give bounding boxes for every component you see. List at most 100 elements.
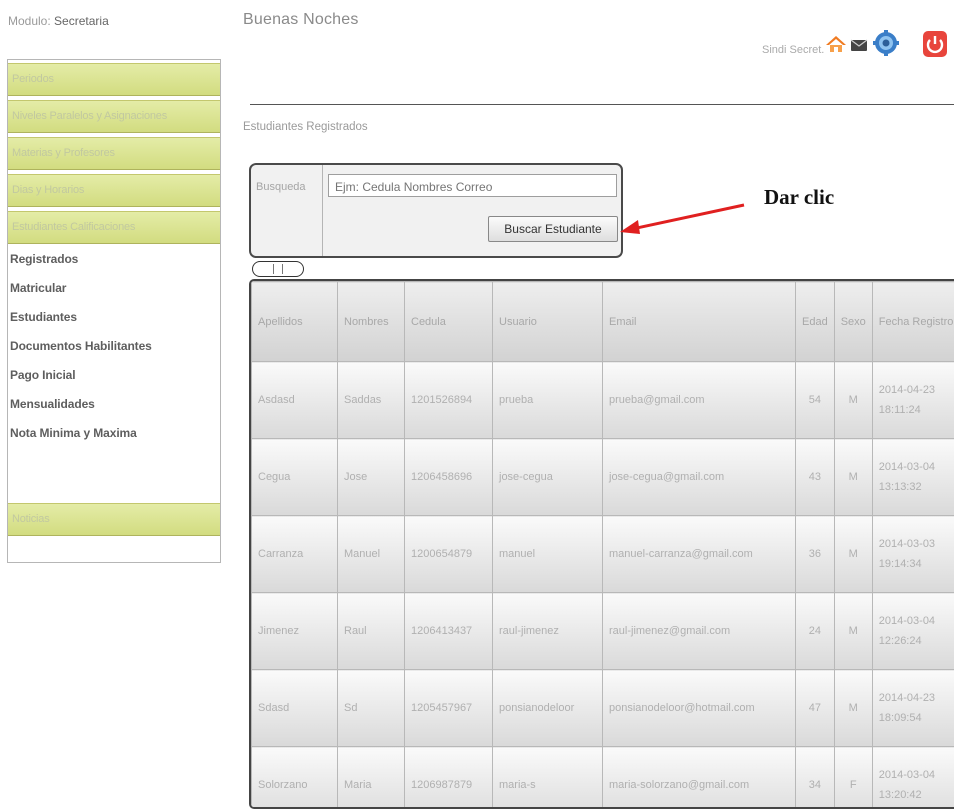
cell-email: jose-cegua@gmail.com — [603, 439, 796, 516]
table-row[interactable]: CeguaJose1206458696jose-ceguajose-cegua@… — [252, 439, 954, 516]
cell-usuario: maria-s — [493, 747, 603, 809]
sidebar-item-niveles[interactable]: Niveles Paralelos y Asignaciones — [8, 100, 220, 133]
column-header-email[interactable]: Email — [603, 282, 796, 362]
cell-fecha-registro: 2014-03-0413:13:32 — [872, 439, 954, 516]
home-icon[interactable] — [824, 29, 848, 57]
search-divider — [322, 165, 323, 256]
cell-email: raul-jimenez@gmail.com — [603, 593, 796, 670]
cell-nombres: Manuel — [338, 516, 405, 593]
greeting-text: Buenas Noches — [243, 11, 359, 29]
cell-email: maria-solorzano@gmail.com — [603, 747, 796, 809]
pager-segment[interactable] — [273, 264, 282, 274]
sidebar-item-dias[interactable]: Dias y Horarios — [8, 174, 220, 207]
module-value: Secretaria — [54, 14, 109, 28]
cell-usuario: jose-cegua — [493, 439, 603, 516]
cell-fecha-time: 18:11:24 — [879, 400, 954, 420]
cell-sexo: M — [834, 439, 872, 516]
sidebar-item-estudiantes-calificaciones[interactable]: Estudiantes Calificaciones — [8, 211, 220, 244]
students-table: Apellidos Nombres Cedula Usuario Email E… — [249, 279, 954, 809]
cell-fecha-time: 12:26:24 — [879, 631, 954, 651]
cell-nombres: Jose — [338, 439, 405, 516]
user-name: Sindi Secret. — [762, 44, 824, 56]
search-label: Busqueda — [256, 181, 306, 193]
sidebar: Periodos Niveles Paralelos y Asignacione… — [7, 59, 221, 563]
table-row[interactable]: SdasdSd1205457967ponsianodeloorponsianod… — [252, 670, 954, 747]
sidebar-item-periodos[interactable]: Periodos — [8, 63, 220, 96]
cell-usuario: ponsianodeloor — [493, 670, 603, 747]
table-row[interactable]: CarranzaManuel1200654879manuelmanuel-car… — [252, 516, 954, 593]
cell-fecha-registro: 2014-03-0319:14:34 — [872, 516, 954, 593]
sidebar-item-noticias[interactable]: Noticias — [8, 503, 220, 536]
cell-edad: 36 — [796, 516, 835, 593]
cell-apellidos: Sdasd — [252, 670, 338, 747]
sidebar-subitem-registrados[interactable]: Registrados — [10, 252, 78, 266]
section-title: Estudiantes Registrados — [243, 121, 368, 133]
cell-fecha-registro: 2014-03-0412:26:24 — [872, 593, 954, 670]
cell-edad: 54 — [796, 362, 835, 439]
sidebar-subitem-matricular[interactable]: Matricular — [10, 281, 66, 295]
cell-fecha-date: 2014-04-23 — [879, 380, 954, 400]
column-header-fecha[interactable]: Fecha Registro — [872, 282, 954, 362]
cell-fecha-time: 19:14:34 — [879, 554, 954, 574]
cell-email: manuel-carranza@gmail.com — [603, 516, 796, 593]
settings-icon[interactable] — [868, 29, 920, 57]
search-input[interactable] — [328, 174, 617, 197]
cell-cedula: 1200654879 — [405, 516, 493, 593]
cell-usuario: manuel — [493, 516, 603, 593]
cell-sexo: M — [834, 516, 872, 593]
column-header-cedula[interactable]: Cedula — [405, 282, 493, 362]
sidebar-subitem-estudiantes[interactable]: Estudiantes — [10, 310, 77, 324]
table-row[interactable]: JimenezRaul1206413437raul-jimenezraul-ji… — [252, 593, 954, 670]
cell-apellidos: Cegua — [252, 439, 338, 516]
cell-nombres: Raul — [338, 593, 405, 670]
cell-fecha-date: 2014-03-04 — [879, 457, 954, 477]
cell-sexo: M — [834, 593, 872, 670]
power-icon[interactable] — [922, 29, 946, 57]
cell-apellidos: Asdasd — [252, 362, 338, 439]
cell-nombres: Maria — [338, 747, 405, 809]
search-button[interactable]: Buscar Estudiante — [488, 216, 618, 242]
pager[interactable] — [252, 261, 304, 277]
cell-edad: 43 — [796, 439, 835, 516]
cell-fecha-time: 18:09:54 — [879, 708, 954, 728]
cell-apellidos: Carranza — [252, 516, 338, 593]
cell-cedula: 1201526894 — [405, 362, 493, 439]
cell-sexo: M — [834, 670, 872, 747]
cell-sexo: F — [834, 747, 872, 809]
cell-fecha-registro: 2014-04-2318:11:24 — [872, 362, 954, 439]
column-header-edad[interactable]: Edad — [796, 282, 835, 362]
cell-fecha-date: 2014-03-03 — [879, 534, 954, 554]
sidebar-subitem-documentos[interactable]: Documentos Habilitantes — [10, 339, 152, 353]
annotation-arrow-icon — [618, 195, 748, 235]
sidebar-subitem-nota[interactable]: Nota Minima y Maxima — [10, 426, 137, 440]
cell-edad: 24 — [796, 593, 835, 670]
cell-apellidos: Jimenez — [252, 593, 338, 670]
cell-cedula: 1206458696 — [405, 439, 493, 516]
sidebar-subitem-mensualidades[interactable]: Mensualidades — [10, 397, 95, 411]
cell-fecha-date: 2014-03-04 — [879, 611, 954, 631]
table-row[interactable]: AsdasdSaddas1201526894pruebaprueba@gmail… — [252, 362, 954, 439]
pager-segment[interactable] — [265, 264, 273, 274]
cell-email: prueba@gmail.com — [603, 362, 796, 439]
cell-cedula: 1206987879 — [405, 747, 493, 809]
cell-fecha-registro: 2014-04-2318:09:54 — [872, 670, 954, 747]
column-header-usuario[interactable]: Usuario — [493, 282, 603, 362]
header-divider — [250, 104, 954, 105]
cell-usuario: prueba — [493, 362, 603, 439]
cell-usuario: raul-jimenez — [493, 593, 603, 670]
sidebar-subitem-pago-inicial[interactable]: Pago Inicial — [10, 368, 76, 382]
pager-segment[interactable] — [282, 264, 291, 274]
module-label: Modulo: — [8, 14, 51, 28]
column-header-sexo[interactable]: Sexo — [834, 282, 872, 362]
cell-cedula: 1206413437 — [405, 593, 493, 670]
cell-fecha-time: 13:13:32 — [879, 477, 954, 497]
sidebar-item-materias[interactable]: Materias y Profesores — [8, 137, 220, 170]
cell-fecha-time: 13:20:42 — [879, 785, 954, 805]
cell-edad: 34 — [796, 747, 835, 809]
column-header-apellidos[interactable]: Apellidos — [252, 282, 338, 362]
cell-fecha-date: 2014-04-23 — [879, 688, 954, 708]
table-row[interactable]: SolorzanoMaria1206987879maria-smaria-sol… — [252, 747, 954, 809]
students-table-grid: Apellidos Nombres Cedula Usuario Email E… — [251, 281, 954, 809]
cell-nombres: Saddas — [338, 362, 405, 439]
column-header-nombres[interactable]: Nombres — [338, 282, 405, 362]
